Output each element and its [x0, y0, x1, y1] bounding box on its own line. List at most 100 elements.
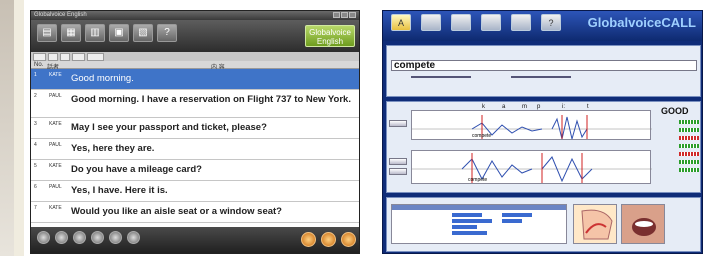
result-bar [502, 219, 522, 223]
phoneme-3: m [522, 104, 527, 110]
record-button[interactable] [389, 158, 407, 165]
analysis-panel: compete k a m p i: t compete GOOD [386, 101, 701, 193]
row-number: 2 [34, 93, 37, 99]
row-text: Good morning. I have a reservation on Fl… [71, 94, 351, 105]
phoneme-2: a [502, 104, 506, 110]
results-table [391, 204, 567, 244]
play-button[interactable] [389, 168, 407, 175]
sliders [391, 74, 697, 80]
word-panel: compete [386, 45, 701, 97]
row-number: 5 [34, 163, 37, 169]
tongue-diagram-graphic [581, 209, 613, 240]
score-bar [679, 152, 699, 156]
speaker-c-icon[interactable] [341, 232, 356, 247]
model-waveform: compete k a m p i: t [411, 104, 652, 140]
waveform-graphic [412, 153, 652, 183]
row-speaker: KATE [49, 205, 62, 211]
results-panel [386, 197, 701, 252]
result-bar [452, 213, 482, 217]
table-row[interactable]: 2 PAUL Good morning. I have a reservatio… [31, 90, 359, 118]
toolbar-button-5[interactable]: ▧ [133, 24, 153, 42]
settings-button[interactable] [511, 14, 531, 31]
row-speaker: KATE [49, 72, 62, 78]
help-button[interactable]: ? [541, 14, 561, 31]
toolbar-button-2[interactable]: ▦ [61, 24, 81, 42]
result-bar [452, 219, 492, 223]
model-button[interactable] [389, 120, 407, 127]
word-field[interactable]: compete [391, 60, 697, 71]
background-strip-light [14, 0, 24, 256]
play-button[interactable] [37, 231, 50, 244]
toolbar-button-3[interactable]: ▥ [85, 24, 105, 42]
table-row[interactable]: 6 PAUL Yes, I have. Here it is. [31, 181, 359, 202]
row-number: 3 [34, 121, 37, 127]
row-text: May I see your passport and ticket, plea… [71, 122, 267, 133]
sub-tab[interactable] [47, 52, 59, 61]
dialogue-list: 1 KATE Good morning. 2 PAUL Good morning… [31, 69, 359, 237]
row-number: 1 [34, 72, 37, 78]
mouth-photo [621, 204, 665, 244]
sub-tab[interactable] [33, 52, 46, 61]
row-text: Do you have a mileage card? [71, 164, 202, 175]
speaker-a-icon[interactable] [301, 232, 316, 247]
sub-tab[interactable] [72, 52, 86, 61]
phoneme-5: i: [562, 104, 565, 110]
phoneme-4: p [537, 104, 541, 110]
toolbar: A ? GlobalvoiceCALL [383, 11, 702, 41]
row-number: 7 [34, 205, 37, 211]
row-speaker: PAUL [49, 142, 62, 148]
compare-button[interactable] [91, 231, 104, 244]
close-button[interactable] [349, 12, 356, 18]
score-bar [679, 168, 699, 172]
table-row[interactable]: 3 KATE May I see your passport and ticke… [31, 118, 359, 139]
maximize-button[interactable] [341, 12, 348, 18]
score-bar [679, 160, 699, 164]
mode-button[interactable] [127, 231, 140, 244]
row-text: Yes, I have. Here it is. [71, 185, 168, 196]
speaker-b-icon[interactable] [321, 232, 336, 247]
table-row[interactable]: 7 KATE Would you like an aisle seat or a… [31, 202, 359, 223]
score-bar [679, 136, 699, 140]
user-waveform: compete [411, 150, 652, 184]
score-bar [679, 120, 699, 124]
table-row[interactable]: 1 KATE Good morning. [31, 69, 359, 90]
background-strip [0, 0, 14, 256]
toolbar-button-4[interactable]: ▣ [109, 24, 129, 42]
word-mode-button[interactable]: A [391, 14, 411, 31]
sentence-mode-button[interactable] [421, 14, 441, 31]
window-titlebar: Globalvoice English [31, 11, 359, 20]
table-row[interactable]: 5 KATE Do you have a mileage card? [31, 160, 359, 181]
row-number: 4 [34, 142, 37, 148]
dialogue-mode-button[interactable] [451, 14, 471, 31]
phoneme-1: k [482, 104, 485, 110]
help-button[interactable]: ? [157, 24, 177, 42]
table-row[interactable]: 4 PAUL Yes, here they are. [31, 139, 359, 160]
row-text: Good morning. [71, 73, 134, 84]
result-bar [452, 231, 487, 235]
list-header: No. 話者 内 容 [31, 61, 359, 71]
practice-button[interactable] [481, 14, 501, 31]
score-bar [679, 128, 699, 132]
bottom-controls [31, 227, 359, 253]
repeat-button[interactable] [55, 231, 68, 244]
row-speaker: KATE [49, 121, 62, 127]
sub-tab[interactable] [87, 52, 105, 61]
sub-toolbar [31, 52, 359, 61]
col-no: No. [34, 62, 44, 68]
volume-slider[interactable] [511, 76, 571, 78]
row-text: Would you like an aisle seat or a window… [71, 206, 282, 217]
toolbar: ▤ ▦ ▥ ▣ ▧ ? Globalvoice English [31, 20, 359, 52]
toolbar-button-1[interactable]: ▤ [37, 24, 57, 42]
speed-slider[interactable] [411, 76, 471, 78]
record-button[interactable] [73, 231, 86, 244]
call-app-window: A ? GlobalvoiceCALL compete compete k a … [382, 10, 703, 254]
sub-tab[interactable] [60, 52, 71, 61]
app-logo: Globalvoice English [305, 25, 355, 47]
wave-label: compete [472, 133, 492, 139]
score-bar [679, 144, 699, 148]
minimize-button[interactable] [333, 12, 340, 18]
window-title: Globalvoice English [34, 12, 87, 18]
row-speaker: PAUL [49, 184, 62, 190]
roleplay-button[interactable] [109, 231, 122, 244]
english-app-window: Globalvoice English ▤ ▦ ▥ ▣ ▧ ? Globalvo… [30, 10, 360, 254]
